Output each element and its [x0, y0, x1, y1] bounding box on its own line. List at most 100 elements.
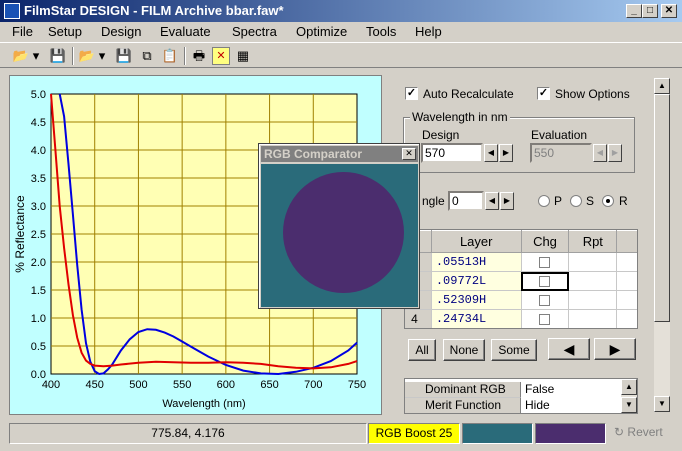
- table-row[interactable]: 4 .24734L: [405, 309, 637, 328]
- rpt-cell[interactable]: [568, 309, 618, 328]
- menu-setup[interactable]: Setup: [48, 24, 82, 39]
- table-icon[interactable]: ▦: [234, 47, 252, 65]
- property-list: Dominant RGB False Merit Function Hide ▲…: [404, 378, 638, 414]
- table-row[interactable]: 2 .09772L: [405, 271, 637, 291]
- paste-icon[interactable]: 📋: [161, 47, 179, 65]
- menu-help[interactable]: Help: [415, 24, 442, 39]
- show-options-checkbox[interactable]: ✓: [537, 87, 550, 100]
- copy-icon[interactable]: ⧉: [138, 47, 156, 65]
- x-tick-label: 650: [260, 379, 278, 391]
- scroll-up-icon[interactable]: ▲: [654, 78, 670, 94]
- chg-checkbox[interactable]: [539, 276, 551, 288]
- panel-scrollbar[interactable]: ▲ ▼: [654, 78, 670, 412]
- select-none-button[interactable]: None: [443, 339, 485, 361]
- chart-icon[interactable]: ✕: [212, 47, 230, 65]
- rgb-comparator-window[interactable]: RGB Comparator ✕: [258, 143, 420, 309]
- y-tick-label: 0.0: [31, 369, 46, 381]
- close-button[interactable]: ✕: [661, 4, 677, 18]
- next-layer-button[interactable]: ▶: [594, 338, 636, 360]
- chg-checkbox[interactable]: [539, 257, 551, 269]
- property-value[interactable]: Hide: [523, 398, 550, 412]
- auto-recalculate-label: Auto Recalculate: [423, 87, 514, 101]
- y-tick-label: 2.0: [31, 257, 46, 269]
- select-some-button[interactable]: Some: [491, 339, 537, 361]
- evaluation-increment-button[interactable]: ▶: [608, 144, 622, 162]
- property-value[interactable]: False: [523, 382, 554, 396]
- dropdown-arrow-icon[interactable]: ▾: [97, 47, 107, 65]
- menu-tools[interactable]: Tools: [366, 24, 396, 39]
- rgb-boost-badge[interactable]: RGB Boost 25: [368, 423, 460, 444]
- color-swatch-evaluation: [462, 423, 533, 444]
- revert-label: Revert: [627, 425, 663, 439]
- y-tick-label: 0.5: [31, 341, 46, 353]
- scroll-down-icon[interactable]: ▼: [621, 397, 637, 413]
- layer-cell[interactable]: .52309H: [430, 290, 522, 310]
- rpt-cell[interactable]: [568, 290, 618, 310]
- layer-cell[interactable]: .09772L: [430, 271, 522, 291]
- polarization-r-radio[interactable]: [602, 195, 614, 207]
- angle-increment-button[interactable]: ▶: [500, 192, 514, 210]
- open-folder-icon[interactable]: 📂: [12, 47, 30, 65]
- x-axis-label: Wavelength (nm): [162, 398, 245, 410]
- prev-layer-button[interactable]: ◀: [548, 338, 590, 360]
- scroll-down-icon[interactable]: ▼: [654, 396, 670, 412]
- minimize-button[interactable]: _: [626, 4, 642, 18]
- evaluation-decrement-button[interactable]: ◀: [593, 144, 607, 162]
- table-row[interactable]: 1 .05513H: [405, 252, 637, 272]
- y-tick-label: 3.5: [31, 173, 46, 185]
- y-tick-label: 3.0: [31, 201, 46, 213]
- status-coordinates: 775.84, 4.176: [9, 423, 367, 444]
- design-decrement-button[interactable]: ◀: [484, 144, 498, 162]
- property-list-scrollbar[interactable]: ▲ ▼: [621, 379, 637, 413]
- y-tick-label: 5.0: [31, 89, 46, 101]
- menu-file[interactable]: File: [12, 24, 33, 39]
- design-label: Design: [422, 128, 460, 142]
- color-swatch-design: [535, 423, 606, 444]
- polarization-p-radio[interactable]: [538, 195, 550, 207]
- show-options-label: Show Options: [555, 87, 630, 101]
- menu-design[interactable]: Design: [101, 24, 141, 39]
- menu-optimize[interactable]: Optimize: [296, 24, 347, 39]
- chg-checkbox[interactable]: [539, 314, 551, 326]
- x-tick-label: 450: [86, 379, 104, 391]
- chg-checkbox[interactable]: [539, 295, 551, 307]
- evaluation-wavelength-input[interactable]: 550: [530, 143, 592, 163]
- toolbar-separator: [72, 47, 74, 65]
- menu-evaluate[interactable]: Evaluate: [160, 24, 211, 39]
- layer-cell[interactable]: .24734L: [430, 309, 522, 328]
- y-tick-label: 1.5: [31, 285, 46, 297]
- angle-input[interactable]: 0: [448, 191, 484, 211]
- x-tick-label: 500: [129, 379, 147, 391]
- property-row-dominant-rgb[interactable]: Dominant RGB False: [405, 382, 620, 398]
- select-all-button[interactable]: All: [408, 339, 436, 361]
- dropdown-arrow-icon[interactable]: ▾: [31, 47, 41, 65]
- open-folder-icon[interactable]: 📂: [78, 47, 96, 65]
- evaluation-label: Evaluation: [531, 128, 588, 142]
- y-axis-label: % Reflectance: [13, 195, 27, 273]
- y-tick-label: 4.0: [31, 145, 46, 157]
- auto-recalculate-checkbox[interactable]: ✓: [405, 87, 418, 100]
- rpt-cell[interactable]: [568, 271, 618, 291]
- design-increment-button[interactable]: ▶: [499, 144, 513, 162]
- save-disk-icon[interactable]: 💾: [49, 47, 67, 65]
- revert-button[interactable]: ↻ Revert: [614, 425, 663, 439]
- rgb-comparator-title[interactable]: RGB Comparator: [261, 146, 418, 162]
- print-icon[interactable]: 🖶: [190, 47, 208, 65]
- design-wavelength-input[interactable]: 570: [421, 143, 483, 163]
- layer-cell[interactable]: .05513H: [430, 252, 522, 272]
- property-row-merit-function[interactable]: Merit Function Hide: [405, 398, 620, 413]
- polarization-s-radio[interactable]: [570, 195, 582, 207]
- angle-decrement-button[interactable]: ◀: [485, 192, 499, 210]
- y-tick-label: 1.0: [31, 313, 46, 325]
- y-tick-label: 4.5: [31, 117, 46, 129]
- close-icon[interactable]: ✕: [402, 148, 416, 160]
- menu-spectra[interactable]: Spectra: [232, 24, 277, 39]
- scroll-up-icon[interactable]: ▲: [621, 379, 637, 395]
- save-disk-icon[interactable]: 💾: [115, 47, 133, 65]
- title-bar: FilmStar DESIGN - FILM Archive bbar.faw*…: [0, 0, 682, 22]
- maximize-button[interactable]: □: [642, 4, 658, 18]
- scroll-thumb[interactable]: [654, 94, 670, 322]
- property-key: Merit Function: [405, 398, 521, 413]
- table-row[interactable]: 3 .52309H: [405, 290, 637, 310]
- rpt-cell[interactable]: [568, 252, 618, 272]
